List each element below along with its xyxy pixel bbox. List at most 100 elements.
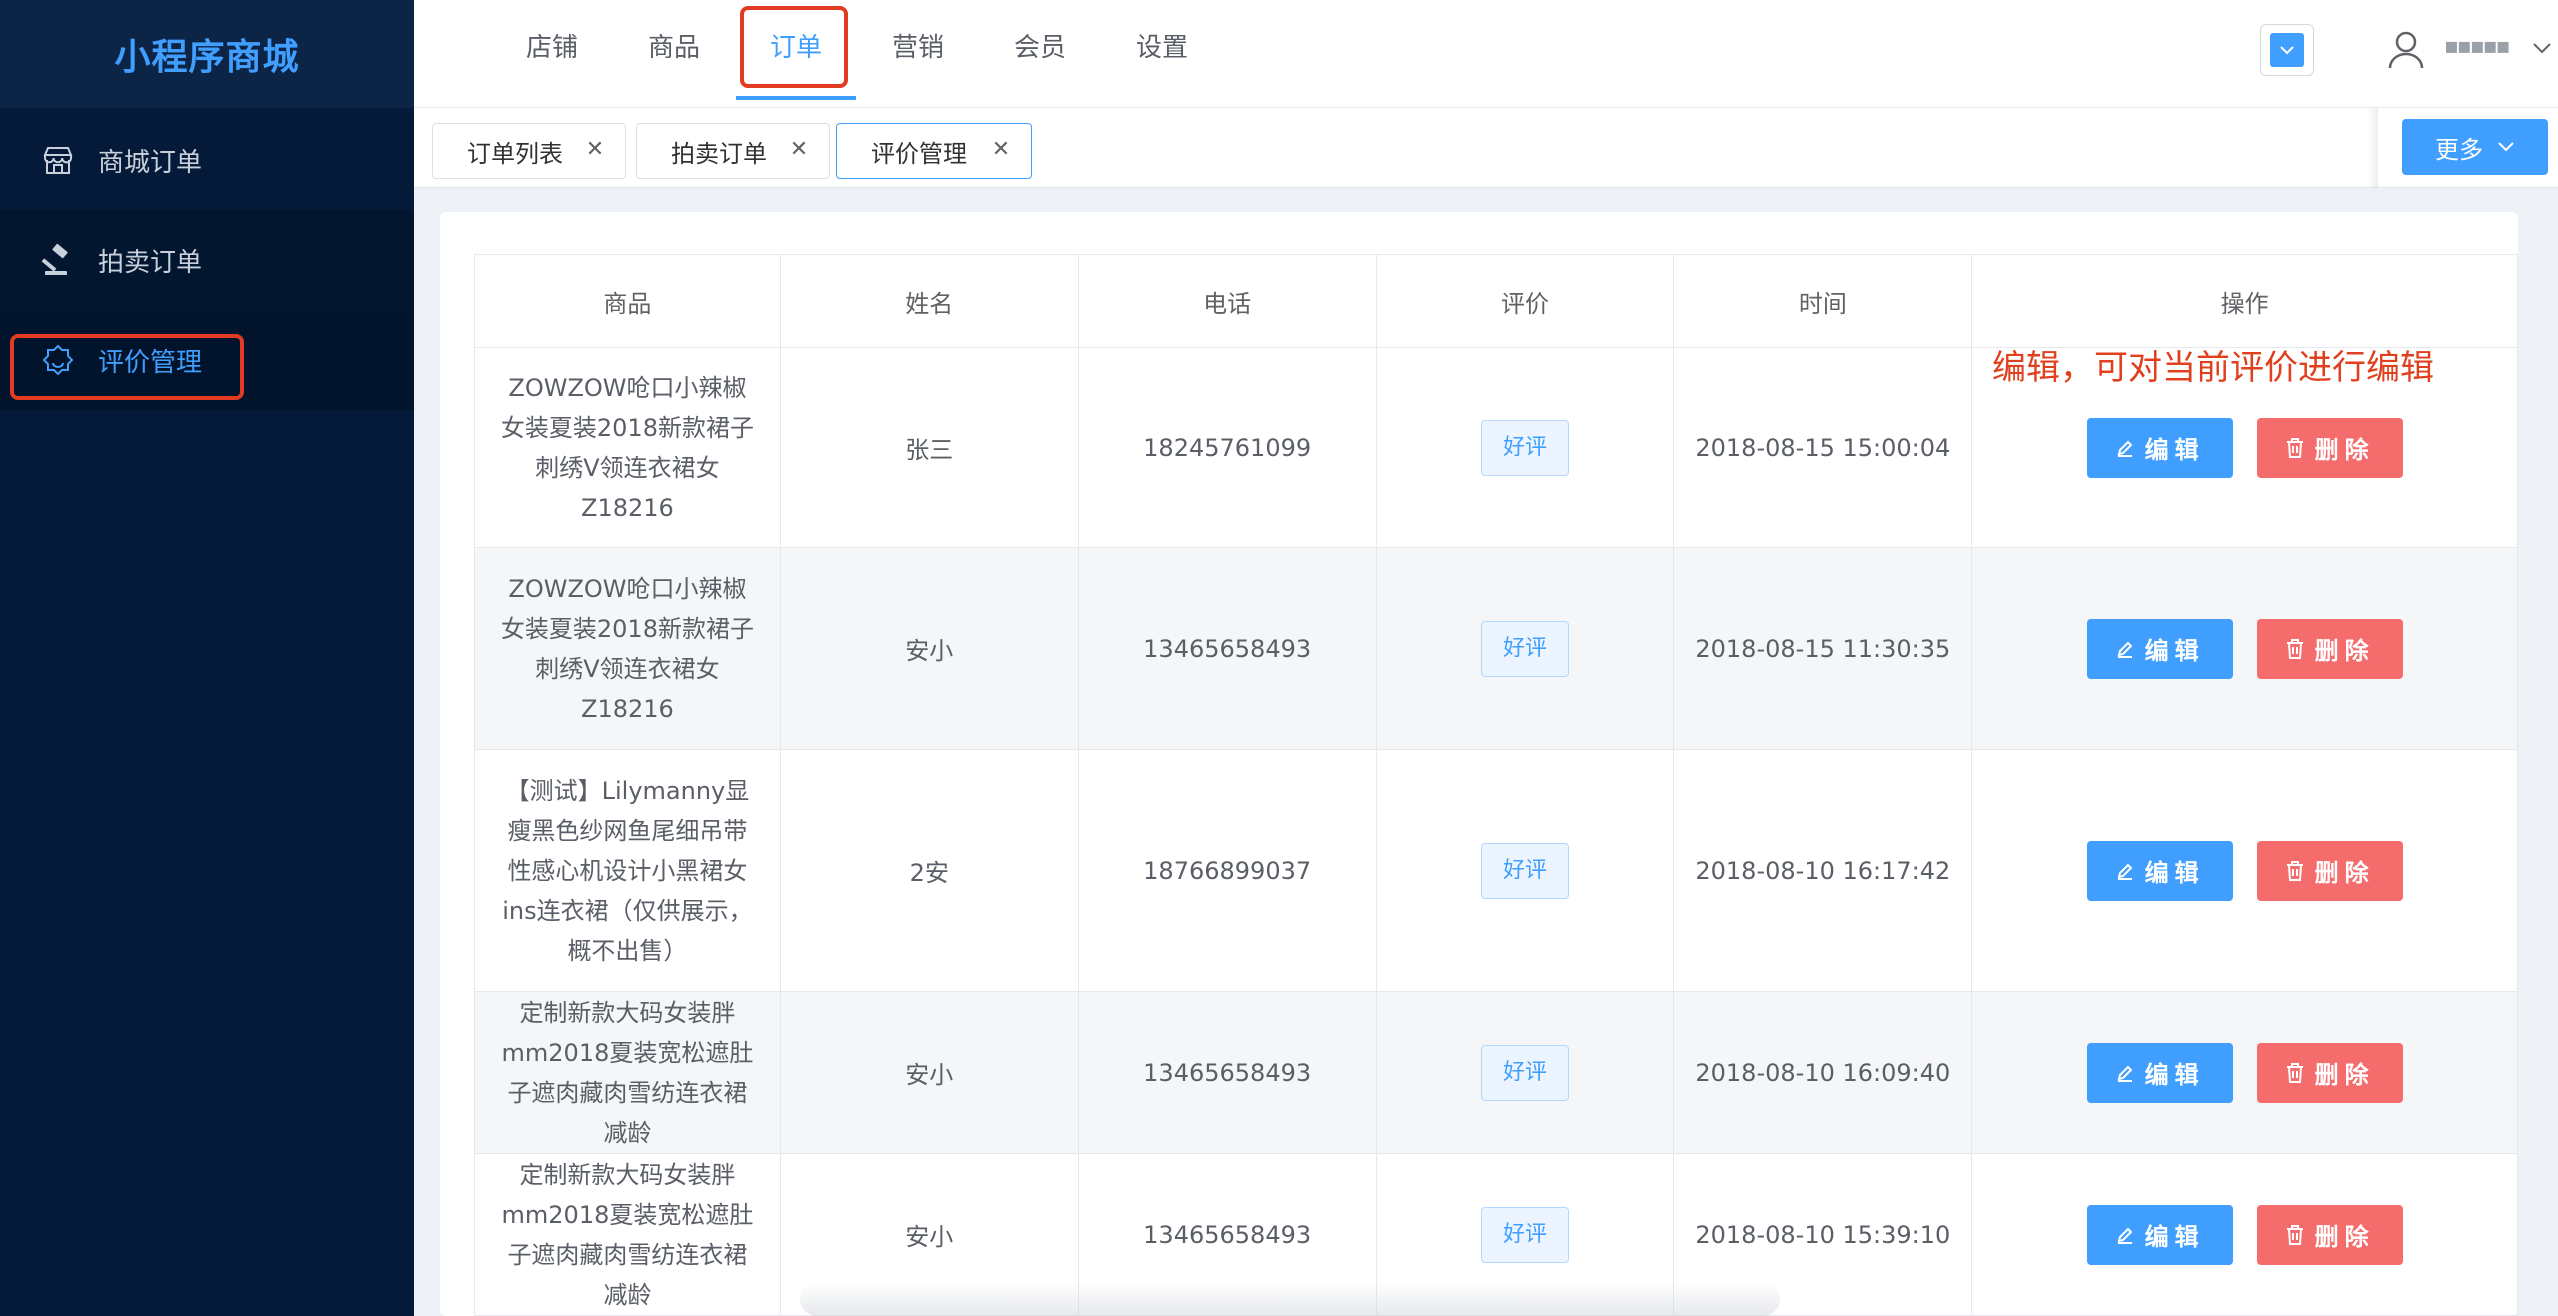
cell-rating: 好评 xyxy=(1377,348,1675,547)
edit-button[interactable]: 编辑 xyxy=(2086,417,2233,478)
cell-name: 安小 xyxy=(781,992,1079,1153)
rating-badge: 好评 xyxy=(1480,1044,1569,1101)
tab-strip-shadow xyxy=(2368,108,2378,188)
badge-icon xyxy=(40,342,76,378)
open-tabs-bar: 订单列表 ✕ 拍卖订单 ✕ 评价管理 ✕ 更多 xyxy=(414,108,2558,188)
cell-name: 安小 xyxy=(781,548,1079,749)
top-navigation: 店铺 商品 订单 营销 会员 设置 ▪▪▪▪▪ xyxy=(414,0,2558,108)
open-tab-review-management[interactable]: 评价管理 ✕ xyxy=(836,123,1032,179)
cell-time: 2018-08-15 11:30:35 xyxy=(1674,548,1973,749)
nav-tab-settings[interactable]: 设置 xyxy=(1136,26,1188,70)
cell-actions: 编辑 删除 xyxy=(1972,992,2518,1153)
trash-icon xyxy=(2286,437,2303,458)
delete-button-label: 删除 xyxy=(2314,1223,2375,1251)
open-tab-label: 拍卖订单 xyxy=(671,139,767,168)
column-header-time: 时间 xyxy=(1674,255,1973,347)
table-row: ZOWZOW呛口小辣椒女装夏装2018新款裙子刺绣V领连衣裙女Z18216 安小 1… xyxy=(475,548,2518,750)
cell-name: 张三 xyxy=(781,348,1079,547)
table-header-row: 商品 姓名 电话 评价 时间 操作 xyxy=(475,255,2519,348)
edit-icon xyxy=(2117,440,2133,457)
nav-tab-store[interactable]: 店铺 xyxy=(526,26,578,70)
edit-button[interactable]: 编辑 xyxy=(2086,840,2233,901)
delete-button[interactable]: 删除 xyxy=(2256,417,2403,478)
open-tab-auction-orders[interactable]: 拍卖订单 ✕ xyxy=(636,123,830,179)
delete-button[interactable]: 删除 xyxy=(2256,618,2403,679)
sidebar-item-label: 商城订单 xyxy=(98,147,203,178)
column-header-phone: 电话 xyxy=(1079,255,1377,347)
close-icon[interactable]: ✕ xyxy=(583,138,607,162)
sidebar-item-review-management[interactable]: 评价管理 xyxy=(0,310,414,410)
edit-button[interactable]: 编辑 xyxy=(2086,1204,2233,1265)
open-tab-label: 订单列表 xyxy=(467,139,563,168)
edit-button[interactable]: 编辑 xyxy=(2086,618,2233,679)
column-header-actions: 操作 xyxy=(1972,255,2519,347)
dropdown-toggle[interactable] xyxy=(2260,24,2314,76)
sidebar-item-auction-orders[interactable]: 拍卖订单 xyxy=(0,210,414,310)
column-header-product: 商品 xyxy=(475,255,781,347)
rating-badge: 好评 xyxy=(1480,842,1569,899)
cell-name: 2安 xyxy=(781,750,1079,991)
trash-icon xyxy=(2286,1224,2303,1245)
gavel-icon xyxy=(40,242,76,278)
open-tab-label: 评价管理 xyxy=(871,139,967,168)
table-row: 【测试】Lilymanny显瘦黑色纱网鱼尾细吊带性感心机设计小黑裙女ins连衣裙… xyxy=(475,750,2518,992)
cell-time: 2018-08-15 15:00:04 xyxy=(1674,348,1973,547)
trash-icon xyxy=(2286,1062,2303,1083)
table-row: 定制新款大码女装胖mm2018夏装宽松遮肚子遮肉藏肉雪纺连衣裙减龄 安小 13465… xyxy=(475,992,2518,1154)
cell-rating: 好评 xyxy=(1377,750,1675,991)
user-name[interactable]: ▪▪▪▪▪ xyxy=(2444,34,2511,59)
store-icon xyxy=(40,142,76,178)
rating-badge: 好评 xyxy=(1480,419,1569,476)
cell-phone: 13465658493 xyxy=(1079,992,1377,1153)
delete-button[interactable]: 删除 xyxy=(2256,1042,2403,1103)
delete-button[interactable]: 删除 xyxy=(2256,840,2403,901)
reviews-table: 商品 姓名 电话 评价 时间 操作 ZOWZOW呛口小辣椒女装夏装2018新款裙… xyxy=(474,254,2519,1316)
close-icon[interactable]: ✕ xyxy=(787,138,811,162)
open-tab-order-list[interactable]: 订单列表 ✕ xyxy=(432,123,626,179)
edit-icon xyxy=(2117,1065,2133,1082)
close-icon[interactable]: ✕ xyxy=(989,138,1013,162)
user-avatar-icon[interactable] xyxy=(2380,24,2432,76)
edit-icon xyxy=(2117,863,2133,880)
chevron-down-icon[interactable] xyxy=(2530,36,2554,60)
edit-button[interactable]: 编辑 xyxy=(2086,1042,2233,1103)
nav-tab-members[interactable]: 会员 xyxy=(1014,26,1066,70)
trash-icon xyxy=(2286,638,2303,659)
edit-button-label: 编辑 xyxy=(2144,436,2205,464)
cell-product: 定制新款大码女装胖mm2018夏装宽松遮肚子遮肉藏肉雪纺连衣裙减龄 xyxy=(475,1154,781,1315)
cell-product: 定制新款大码女装胖mm2018夏装宽松遮肚子遮肉藏肉雪纺连衣裙减龄 xyxy=(475,992,781,1153)
cell-rating: 好评 xyxy=(1377,992,1675,1153)
edit-button-label: 编辑 xyxy=(2144,859,2205,887)
sidebar-item-label: 拍卖订单 xyxy=(98,247,203,278)
cell-product: ZOWZOW呛口小辣椒女装夏装2018新款裙子刺绣V领连衣裙女Z18216 xyxy=(475,548,781,749)
chevron-down-icon xyxy=(2498,142,2514,152)
cell-actions: 编辑 删除 xyxy=(1972,1154,2518,1315)
rating-badge: 好评 xyxy=(1480,620,1569,677)
brand-title: 小程序商城 xyxy=(0,0,414,108)
delete-button-label: 删除 xyxy=(2314,859,2375,887)
cell-phone: 18245761099 xyxy=(1079,348,1377,547)
cell-time: 2018-08-10 16:17:42 xyxy=(1674,750,1973,991)
edit-button-label: 编辑 xyxy=(2144,1223,2205,1251)
trash-icon xyxy=(2286,860,2303,881)
sidebar-item-label: 评价管理 xyxy=(98,347,203,378)
cell-time: 2018-08-10 16:09:40 xyxy=(1674,992,1973,1153)
active-tab-indicator xyxy=(736,96,856,100)
annotation-text: 编辑，可对当前评价进行编辑 xyxy=(1992,348,2434,388)
chevron-down-icon xyxy=(2270,33,2304,67)
nav-tab-orders[interactable]: 订单 xyxy=(770,26,822,70)
more-button-label: 更多 xyxy=(2435,135,2483,164)
cell-actions: 编辑 删除 xyxy=(1972,548,2518,749)
column-header-rating: 评价 xyxy=(1377,255,1675,347)
more-button[interactable]: 更多 xyxy=(2402,119,2548,175)
nav-tab-products[interactable]: 商品 xyxy=(648,26,700,70)
nav-tab-marketing[interactable]: 营销 xyxy=(892,26,944,70)
sidebar-item-mall-orders[interactable]: 商城订单 xyxy=(0,110,414,210)
delete-button[interactable]: 删除 xyxy=(2256,1204,2403,1265)
cell-phone: 13465658493 xyxy=(1079,548,1377,749)
edit-button-label: 编辑 xyxy=(2144,637,2205,665)
edit-button-label: 编辑 xyxy=(2144,1061,2205,1089)
delete-button-label: 删除 xyxy=(2314,637,2375,665)
delete-button-label: 删除 xyxy=(2314,436,2375,464)
edit-icon xyxy=(2117,1227,2133,1244)
